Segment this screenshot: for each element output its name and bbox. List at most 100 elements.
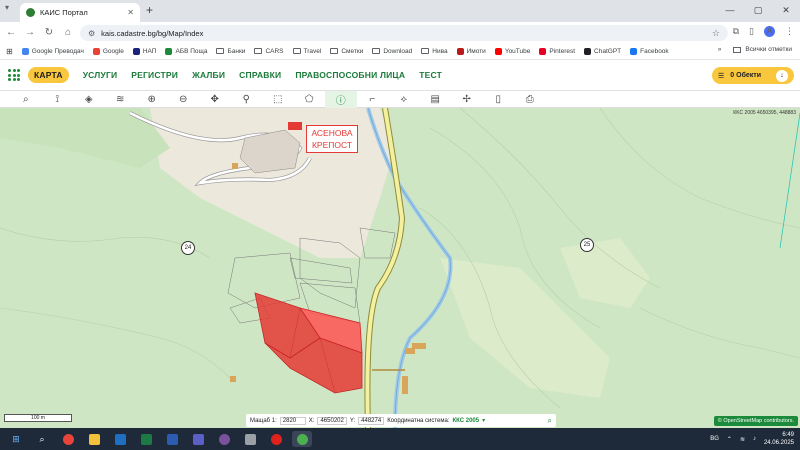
- bookmark-item[interactable]: Банки: [216, 48, 245, 55]
- site-info-icon[interactable]: ⚙: [88, 29, 95, 38]
- map-canvas: [0, 108, 800, 428]
- bookmark-label: Имоти: [466, 47, 486, 55]
- search-coords-icon[interactable]: ⌕: [548, 416, 552, 426]
- menu-item[interactable]: УСЛУГИ: [83, 70, 118, 80]
- osm-credit[interactable]: © OpenStreetMap contributors.: [713, 416, 798, 426]
- close-tab-icon[interactable]: ✕: [127, 8, 134, 17]
- map-icon[interactable]: ▤: [420, 91, 452, 108]
- maximize-icon[interactable]: ▢: [744, 2, 772, 18]
- bookmark-item[interactable]: Pinterest: [539, 47, 575, 55]
- info-icon[interactable]: ⓘ: [325, 90, 357, 108]
- all-bookmarks[interactable]: » Всички отметки: [718, 46, 792, 53]
- bookmark-item[interactable]: НАП: [132, 47, 156, 55]
- bookmark-item[interactable]: ChatGPT: [584, 47, 621, 55]
- excel-icon[interactable]: [136, 431, 156, 447]
- sidepanel-icon[interactable]: ▯: [749, 26, 754, 37]
- search-icon[interactable]: ⌕: [32, 431, 52, 447]
- files-icon[interactable]: [84, 431, 104, 447]
- bookmark-label: CARS: [265, 47, 284, 55]
- draw-polygon-icon[interactable]: ⟡: [388, 91, 420, 108]
- bookmark-item[interactable]: Сметки: [330, 48, 363, 55]
- menu-item[interactable]: ЖАЛБИ: [192, 70, 225, 80]
- chrome-icon[interactable]: [58, 431, 78, 447]
- menu-item[interactable]: РЕГИСТРИ: [131, 70, 178, 80]
- extensions-icon[interactable]: ⧉: [733, 26, 739, 37]
- draw-line-icon[interactable]: ⌐: [357, 91, 389, 108]
- bookmark-item[interactable]: Google Преводач: [21, 47, 84, 55]
- bookmarks-bar: ⊞ Google Преводач Google НАП АБВ Поща Банки C…: [0, 43, 800, 60]
- layer-stack-icon[interactable]: ≋: [105, 91, 137, 108]
- apps-icon[interactable]: ⊞: [6, 47, 13, 56]
- bookmark-favicon-icon: [132, 47, 140, 55]
- tab-list-icon[interactable]: ▾: [5, 3, 17, 17]
- opera-icon[interactable]: [266, 431, 286, 447]
- zoom-out-icon[interactable]: ⊖: [168, 91, 200, 108]
- bookmark-item[interactable]: Download: [372, 48, 412, 55]
- minimize-icon[interactable]: —: [716, 2, 744, 18]
- close-window-icon[interactable]: ✕: [772, 2, 800, 18]
- menu-item[interactable]: ТЕСТ: [419, 70, 442, 80]
- bookmark-item[interactable]: Имоти: [456, 47, 486, 55]
- select-rect-icon[interactable]: ⬚: [262, 91, 294, 108]
- scale-value[interactable]: 2820: [279, 416, 306, 425]
- split-icon[interactable]: ✢: [451, 91, 483, 108]
- word-icon[interactable]: [162, 431, 182, 447]
- bookmark-item[interactable]: Facebook: [630, 47, 669, 55]
- forward-icon[interactable]: →: [22, 27, 38, 38]
- tab-title: КАИС Портал: [40, 8, 88, 17]
- bookmark-item[interactable]: Travel: [292, 48, 321, 55]
- bookmark-item[interactable]: Нива: [421, 48, 448, 55]
- clock[interactable]: 6:49 24.06.2025: [764, 431, 794, 447]
- search-icon[interactable]: ⌕: [10, 91, 42, 108]
- browser-tab[interactable]: КАИС Портал ✕: [20, 3, 140, 22]
- volume-icon[interactable]: ♪: [753, 436, 756, 442]
- cadastral-map[interactable]: АСЕНОВА КРЕПОСТ 24 25 КKC 2005 4650395, …: [0, 108, 800, 428]
- all-bookmarks-label: Всички отметки: [745, 46, 792, 53]
- chevron-down-icon[interactable]: ▾: [482, 417, 485, 424]
- more-bookmarks-icon[interactable]: »: [718, 46, 722, 53]
- reload-icon[interactable]: ↻: [41, 27, 57, 38]
- url-field[interactable]: ⚙ kais.cadastre.bg/bg/Map/Index ☆: [80, 25, 728, 41]
- calendar-icon[interactable]: [240, 431, 260, 447]
- bookmark-star-icon[interactable]: ☆: [712, 28, 720, 39]
- zoom-in-icon[interactable]: ⊕: [136, 91, 168, 108]
- outlook-icon[interactable]: [110, 431, 130, 447]
- new-tab-button[interactable]: +: [146, 3, 153, 17]
- bookmark-item[interactable]: АБВ Поща: [165, 47, 207, 55]
- language-indicator[interactable]: BG: [710, 436, 719, 442]
- layers-icon[interactable]: ◈: [73, 91, 105, 108]
- profile-avatar[interactable]: A: [764, 26, 775, 37]
- objects-button[interactable]: ☰ 0 Обекти ↓: [712, 67, 794, 84]
- select-polygon-icon[interactable]: ⬠: [294, 91, 326, 108]
- objects-label: 0 Обекти: [730, 72, 762, 79]
- chevron-up-icon[interactable]: ⌃: [727, 436, 732, 443]
- pan-icon[interactable]: ✥: [199, 91, 231, 108]
- viber-icon[interactable]: [214, 431, 234, 447]
- menu-item[interactable]: ПРАВОСПОСОБНИ ЛИЦА: [295, 70, 405, 80]
- bookmark-item[interactable]: CARS: [254, 47, 284, 55]
- pin-icon[interactable]: ⚲: [231, 91, 263, 108]
- menu-item[interactable]: КАРТА: [28, 67, 69, 83]
- home-icon[interactable]: ⌂: [60, 27, 76, 38]
- wifi-icon[interactable]: ≋: [740, 436, 745, 443]
- bookmark-label: Google: [102, 47, 124, 55]
- coord-system-select[interactable]: ККС 2005: [453, 418, 480, 424]
- menu-item[interactable]: СПРАВКИ: [239, 70, 281, 80]
- top-coordinates: КKC 2005 4650395, 448883: [733, 110, 796, 116]
- start-icon[interactable]: ⊞: [6, 431, 26, 447]
- hamburger-icon: ☰: [718, 72, 725, 80]
- teams-icon[interactable]: [188, 431, 208, 447]
- document-icon[interactable]: ▯: [483, 91, 515, 108]
- browser-menu-icon[interactable]: ⋮: [785, 26, 794, 37]
- bookmark-item[interactable]: Google: [92, 47, 124, 55]
- back-icon[interactable]: ←: [3, 27, 19, 38]
- bookmark-favicon-icon: [92, 47, 100, 55]
- measure-icon[interactable]: ⟟: [42, 91, 74, 108]
- scale-label: Мащаб 1:: [250, 417, 277, 424]
- bookmark-favicon-icon: [584, 47, 592, 55]
- bookmark-favicon-icon: [630, 47, 638, 55]
- chrome-active-icon[interactable]: [292, 431, 312, 447]
- print-icon[interactable]: ⎙: [514, 91, 546, 108]
- app-grid-icon[interactable]: [8, 69, 20, 81]
- bookmark-item[interactable]: YouTube: [494, 47, 530, 55]
